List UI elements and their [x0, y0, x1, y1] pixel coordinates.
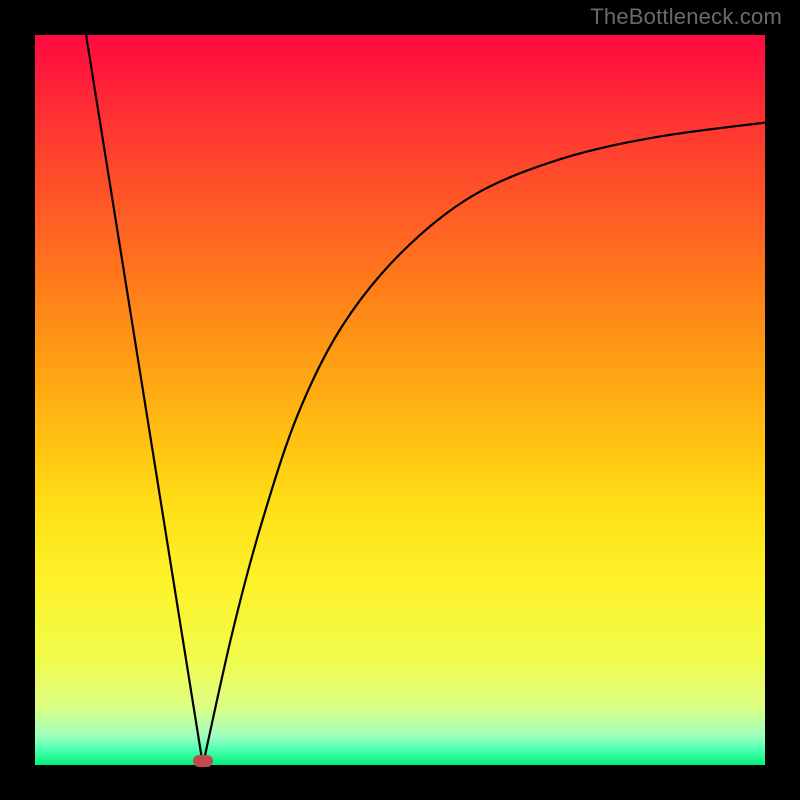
minimum-marker — [193, 755, 213, 767]
bottleneck-curve-path — [86, 35, 765, 765]
bottleneck-curve — [35, 35, 765, 765]
chart-frame: TheBottleneck.com — [0, 0, 800, 800]
watermark-text: TheBottleneck.com — [590, 4, 782, 30]
